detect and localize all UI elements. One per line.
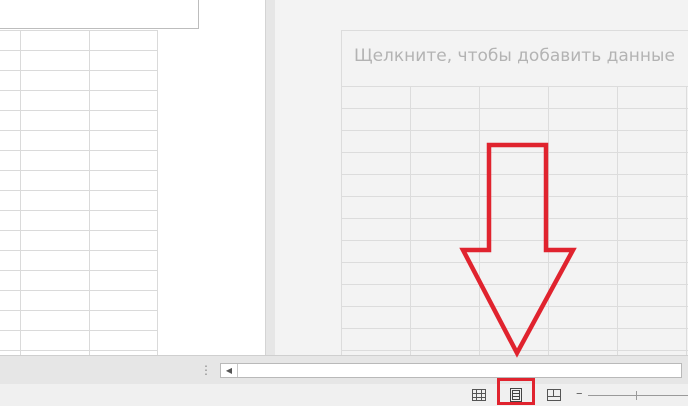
- excel-window: Щелкните, чтобы добавить данные ⋮ ◀ –: [0, 0, 688, 406]
- zoom-slider-thumb[interactable]: [636, 391, 637, 400]
- normal-view-button[interactable]: [470, 386, 488, 404]
- page-break-preview-button[interactable]: [545, 386, 563, 404]
- zoom-out-button[interactable]: –: [576, 386, 583, 402]
- header-area[interactable]: [0, 0, 199, 29]
- left-page: [0, 0, 265, 355]
- page-break-icon: [547, 389, 561, 401]
- add-data-placeholder[interactable]: Щелкните, чтобы добавить данные: [354, 46, 675, 66]
- zoom-slider[interactable]: [588, 395, 688, 396]
- left-cell-grid[interactable]: [0, 30, 158, 355]
- scroll-left-icon[interactable]: ◀: [221, 364, 238, 377]
- horizontal-scrollbar[interactable]: ◀: [220, 363, 682, 378]
- grid-icon: [472, 389, 486, 401]
- split-handle-icon[interactable]: ⋮: [200, 362, 212, 378]
- highlight-box: [497, 378, 535, 405]
- down-arrow-annotation: [459, 142, 577, 358]
- status-bar: –: [0, 384, 688, 406]
